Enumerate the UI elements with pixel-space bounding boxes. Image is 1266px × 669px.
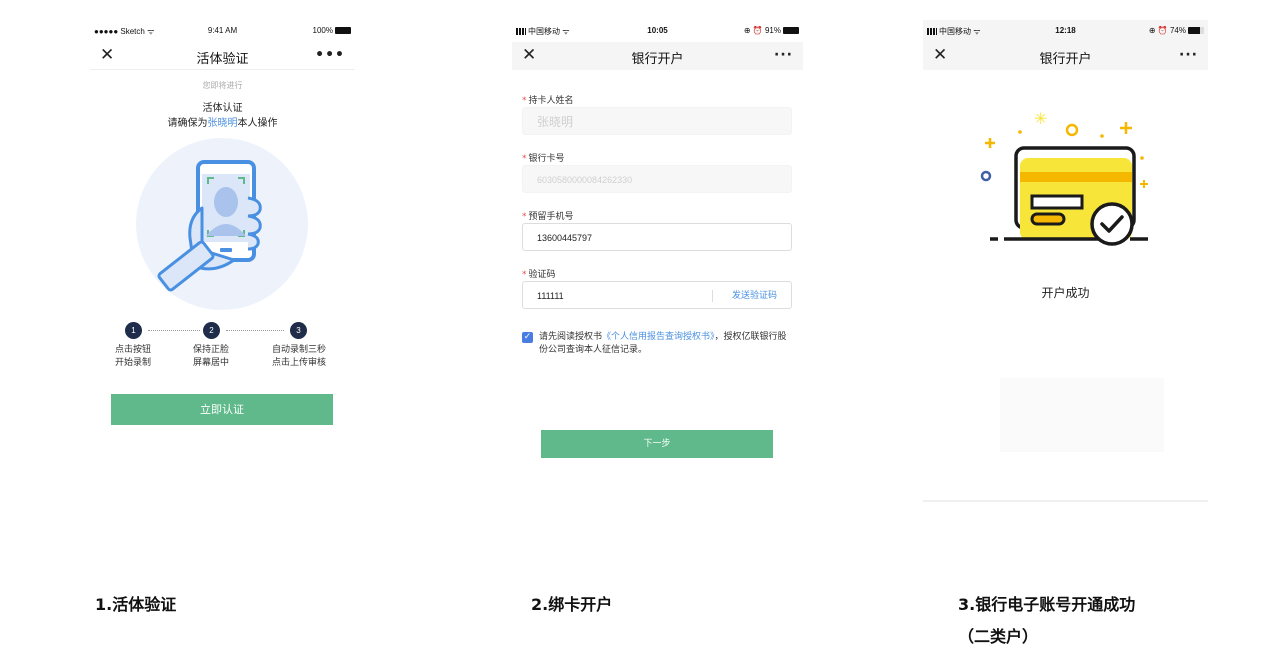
step-guide: 1 2 3 点击按钮 开始录制 保持正脸 屏幕居中 自动录制三秒 点击上传审核 [90,320,355,380]
status-bar: 中国移动 ᯤ 12:18 ⊕ ⏰ 74% [923,20,1208,42]
nav-bar: ✕ 活体验证 ••• [90,42,355,70]
intro-text: 您即将进行 [202,81,243,90]
agree-checkbox[interactable]: ✓ [522,332,533,343]
caption-step-2: 2.绑卡开户 [531,595,613,614]
divider [712,290,713,302]
status-bar: 中国移动 ᯤ 10:05 ⊕ ⏰ 91% [512,20,803,42]
more-menu-button[interactable]: ··· [1179,44,1198,66]
more-menu-button[interactable]: ••• [315,44,345,66]
step-3-text: 自动录制三秒 点击上传审核 [271,345,326,368]
face-scan-illustration [136,138,308,310]
verification-code-label: * 验证码 [522,270,556,280]
step-2-text: 保持正脸 屏幕居中 [192,345,229,368]
phone-number-field[interactable]: 13600445797 [522,223,792,251]
next-step-button[interactable]: 下一步 [541,430,773,458]
start-verification-button[interactable]: 立即认证 [111,394,333,425]
screen-liveness-verification: ●●●●● Sketch ᯤ 9:41 AM 100% ✕ 活体验证 ••• 您… [90,20,355,440]
step-connector [226,330,284,331]
section-heading: 活体认证 [202,103,243,114]
battery-status: 100% [313,26,351,35]
page-title: 银行开户 [631,52,684,67]
card-number-label: * 银行卡号 [522,154,565,164]
cardholder-name-field[interactable]: 张晓明 [522,107,792,135]
verification-code-field[interactable]: 111111 发送验证码 [522,281,792,309]
step-3-badge: 3 [290,322,307,339]
cardholder-name-label: * 持卡人姓名 [522,96,574,106]
step-1-text: 点击按钮 开始录制 [114,345,151,368]
step-1-badge: 1 [125,322,142,339]
caption-step-1: 1.活体验证 [95,595,177,614]
bank-card-success-icon: ✳ [980,109,1148,246]
battery-icon [335,27,351,34]
phone-number-label: * 预留手机号 [522,212,574,222]
more-menu-button[interactable]: ··· [774,44,793,66]
step-connector [148,330,200,331]
authorization-agreement: ✓ 请先阅读授权书《个人信用报告查询授权书》，授权亿联银行股份公司查询本人征信记… [522,331,792,357]
nav-bar: ✕ 银行开户 ··· [923,42,1208,70]
send-code-button[interactable]: 发送验证码 [732,282,777,310]
card-number-field[interactable]: 6030580000084262330 [522,165,792,193]
battery-status: ⊕ ⏰ 74% [1149,26,1204,35]
page-title: 银行开户 [1039,52,1092,67]
agreement-text: 请先阅读授权书《个人信用报告查询授权书》，授权亿联银行股份公司查询本人征信记录。 [539,332,787,355]
status-bar: ●●●●● Sketch ᯤ 9:41 AM 100% [90,20,355,42]
identity-notice: 请确保为张晓明本人操作 [167,118,278,129]
step-2-badge: 2 [203,322,220,339]
screen-account-success: 中国移动 ᯤ 12:18 ⊕ ⏰ 74% ✕ 银行开户 ··· ✳ 开户成功 [923,20,1208,502]
caption-step-3: 3.银行电子账号开通成功（二类户） [958,595,1136,646]
hand-phone-icon [157,160,262,292]
battery-status: ⊕ ⏰ 91% [744,26,799,35]
screen-bank-account-opening: 中国移动 ᯤ 10:05 ⊕ ⏰ 91% ✕ 银行开户 ··· * 持卡人姓名 张… [512,20,803,465]
battery-icon [783,27,799,34]
authorization-doc-link[interactable]: 《个人信用报告查询授权书》 [602,332,715,342]
placeholder-panel [1000,378,1164,452]
verification-code-value: 111111 [537,291,564,301]
svg-text:✳: ✳ [1034,109,1047,128]
nav-bar: ✕ 银行开户 ··· [512,42,803,70]
user-name: 张晓明 [207,118,238,129]
battery-icon [1188,27,1204,34]
success-message: 开户成功 [1041,286,1090,300]
